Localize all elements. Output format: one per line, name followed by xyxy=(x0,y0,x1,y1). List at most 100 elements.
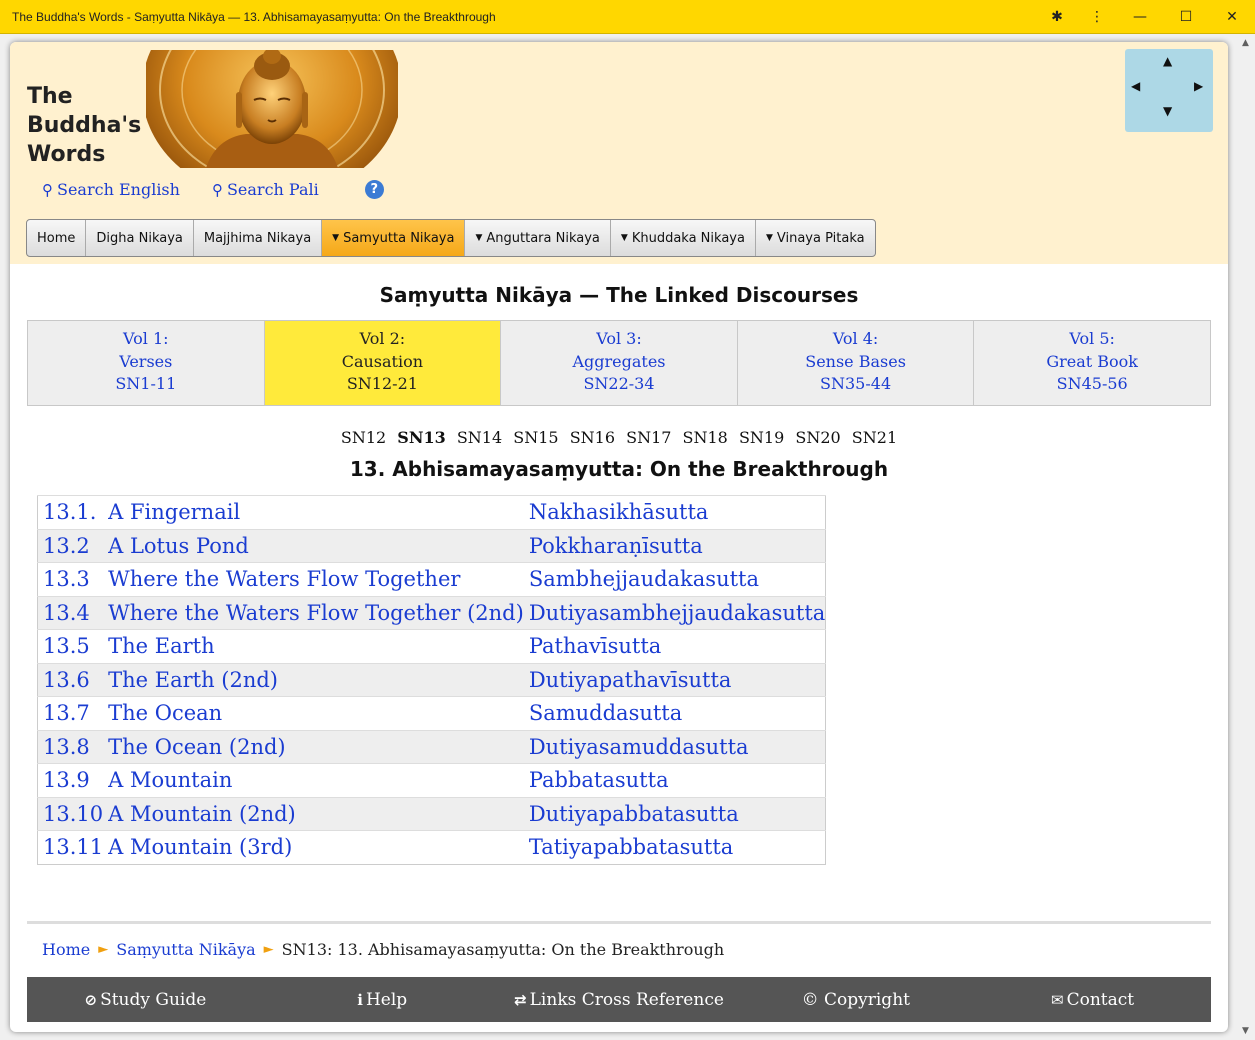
breadcrumb-section[interactable]: Saṃyutta Nikāya xyxy=(116,940,255,959)
maximize-button[interactable]: ☐ xyxy=(1163,0,1209,34)
sutta-number[interactable]: 13.1. xyxy=(37,495,104,529)
sutta-pali-link[interactable]: Samuddasutta xyxy=(523,696,826,730)
volume-title: Great Book xyxy=(1046,351,1138,371)
table-row: 13.6 The Earth (2nd) Dutiyapathavīsutta xyxy=(37,662,826,697)
sutta-number[interactable]: 13.6 xyxy=(37,662,104,697)
sutta-number[interactable]: 13.10 xyxy=(37,796,104,831)
sutta-number[interactable]: 13.8 xyxy=(37,729,104,764)
sutta-pali-link[interactable]: Pokkharaṇīsutta xyxy=(523,528,826,563)
window-titlebar: The Buddha's Words - Saṃyutta Nikāya — 1… xyxy=(0,0,1255,34)
footer-contact[interactable]: ✉ Contact xyxy=(974,990,1211,1010)
sutta-number[interactable]: 13.5 xyxy=(37,629,104,663)
minimize-button[interactable]: — xyxy=(1117,0,1163,34)
footer-study-guide[interactable]: ⊘ Study Guide xyxy=(27,990,264,1010)
sutta-english-link[interactable]: A Fingernail xyxy=(103,495,524,529)
volume-3[interactable]: Vol 3: Aggregates SN22-34 xyxy=(501,321,738,405)
volume-5[interactable]: Vol 5: Great Book SN45-56 xyxy=(974,321,1210,405)
sutta-english-link[interactable]: Where the Waters Flow Together xyxy=(103,562,524,596)
envelope-icon: ✉ xyxy=(1051,990,1064,1009)
table-row: 13.2 A Lotus Pond Pokkharaṇīsutta xyxy=(37,528,826,563)
sn-link[interactable]: SN15 xyxy=(513,428,558,447)
menu-digha[interactable]: Digha Nikaya xyxy=(86,220,194,256)
scroll-up-icon[interactable]: ▲ xyxy=(1242,38,1249,48)
search-english-link[interactable]: ⚲ Search English xyxy=(42,180,180,199)
sutta-pali-link[interactable]: Dutiyapathavīsutta xyxy=(523,662,826,697)
footer-links[interactable]: ⇄ Links Cross Reference xyxy=(501,990,738,1010)
sutta-pali-link[interactable]: Nakhasikhāsutta xyxy=(523,495,826,529)
sutta-pali-link[interactable]: Sambhejjaudakasutta xyxy=(523,562,826,596)
breadcrumb-home[interactable]: Home xyxy=(42,940,90,959)
menu-home[interactable]: Home xyxy=(27,220,87,256)
sutta-number[interactable]: 13.4 xyxy=(37,595,104,630)
sutta-number[interactable]: 13.9 xyxy=(37,763,104,797)
sutta-english-link[interactable]: The Earth xyxy=(103,629,524,663)
close-button[interactable]: ✕ xyxy=(1209,0,1255,34)
search-pali-link[interactable]: ⚲ Search Pali xyxy=(212,180,319,199)
breadcrumb: Home ► Saṃyutta Nikāya ► SN13: 13. Abhis… xyxy=(42,940,724,959)
search-icon: ⚲ xyxy=(42,180,53,199)
sn-link[interactable]: SN16 xyxy=(570,428,615,447)
sn-link[interactable]: SN12 xyxy=(341,428,386,447)
navigation-pad: ▲ ◀ ▶ ▼ xyxy=(1125,49,1213,132)
volume-1[interactable]: Vol 1: Verses SN1-11 xyxy=(28,321,265,405)
sutta-english-link[interactable]: A Lotus Pond xyxy=(103,528,524,563)
sn-link[interactable]: SN17 xyxy=(626,428,671,447)
nav-right-icon[interactable]: ▶ xyxy=(1194,79,1203,93)
sn-link[interactable]: SN21 xyxy=(852,428,897,447)
sutta-pali-link[interactable]: Pathavīsutta xyxy=(523,629,826,663)
nav-left-icon[interactable]: ◀ xyxy=(1131,79,1140,93)
menu-khuddaka[interactable]: ▼ Khuddaka Nikaya xyxy=(611,220,756,256)
sutta-english-link[interactable]: The Earth (2nd) xyxy=(103,662,524,697)
sutta-pali-link[interactable]: Dutiyasamuddasutta xyxy=(523,729,826,764)
sn-link-current[interactable]: SN13 xyxy=(397,428,445,447)
more-options-icon[interactable]: ⋮ xyxy=(1077,0,1117,34)
scroll-down-icon[interactable]: ▼ xyxy=(1242,1026,1249,1036)
sn-link[interactable]: SN14 xyxy=(457,428,502,447)
sutta-table: 13.1. A Fingernail Nakhasikhāsutta 13.2 … xyxy=(37,495,827,865)
vertical-scrollbar[interactable]: ▲ ▼ xyxy=(1238,34,1255,1040)
sutta-english-link[interactable]: The Ocean (2nd) xyxy=(103,729,524,764)
volume-range: SN1-11 xyxy=(115,374,177,393)
extensions-icon[interactable]: ✱ xyxy=(1037,0,1077,34)
caret-down-icon: ▼ xyxy=(765,233,773,243)
sutta-pali-link[interactable]: Dutiyasambhejjaudakasutta xyxy=(523,595,826,630)
sutta-number[interactable]: 13.11 xyxy=(37,830,104,864)
sutta-english-link[interactable]: A Mountain (2nd) xyxy=(103,796,524,831)
sutta-english-link[interactable]: A Mountain xyxy=(103,763,524,797)
sutta-english-link[interactable]: A Mountain (3rd) xyxy=(103,830,524,864)
menu-anguttara[interactable]: ▼ Anguttara Nikaya xyxy=(465,220,611,256)
sn-link[interactable]: SN20 xyxy=(795,428,840,447)
site-name[interactable]: The Buddha's Words xyxy=(27,82,157,169)
footer-help[interactable]: ℹ Help xyxy=(264,990,501,1010)
caret-down-icon: ▼ xyxy=(620,233,628,243)
menu-majjhima[interactable]: Majjhima Nikaya xyxy=(194,220,323,256)
sutta-number[interactable]: 13.2 xyxy=(37,528,104,563)
table-row: 13.7 The Ocean Samuddasutta xyxy=(37,696,826,730)
help-icon[interactable]: ? xyxy=(364,180,384,199)
nav-up-icon[interactable]: ▲ xyxy=(1163,54,1172,68)
breadcrumb-arrow-icon: ► xyxy=(98,942,109,957)
volume-title: Verses xyxy=(119,351,173,371)
table-row: 13.3 Where the Waters Flow Together Samb… xyxy=(37,562,826,596)
menu-vinaya[interactable]: ▼ Vinaya Pitaka xyxy=(756,220,875,256)
sutta-pali-link[interactable]: Dutiyapabbatasutta xyxy=(523,796,826,831)
sutta-english-link[interactable]: The Ocean xyxy=(103,696,524,730)
volume-title: Causation xyxy=(341,351,424,371)
sutta-number[interactable]: 13.3 xyxy=(37,562,104,596)
sutta-english-link[interactable]: Where the Waters Flow Together (2nd) xyxy=(103,595,524,630)
menu-samyutta[interactable]: ▼ Samyutta Nikaya xyxy=(322,220,466,256)
chapter-title: 13. Abhisamayasaṃyutta: On the Breakthro… xyxy=(349,457,889,481)
footer-copyright[interactable]: © Copyright xyxy=(737,990,974,1010)
sn-link[interactable]: SN19 xyxy=(739,428,784,447)
sn-link[interactable]: SN18 xyxy=(683,428,728,447)
sutta-pali-link[interactable]: Pabbatasutta xyxy=(523,763,826,797)
site-header: The Buddha's Words ⚲ Search English ⚲ Se… xyxy=(10,42,1228,264)
volume-4[interactable]: Vol 4: Sense Bases SN35-44 xyxy=(737,321,975,405)
menu-khuddaka-label: Khuddaka Nikaya xyxy=(631,230,745,246)
search-links: ⚲ Search English ⚲ Search Pali ? xyxy=(42,180,384,199)
nav-down-icon[interactable]: ▼ xyxy=(1163,104,1172,118)
sutta-pali-link[interactable]: Tatiyapabbatasutta xyxy=(523,830,826,864)
table-row: 13.11 A Mountain (3rd) Tatiyapabbatasutt… xyxy=(37,830,826,864)
sutta-number[interactable]: 13.7 xyxy=(37,696,104,730)
volume-2[interactable]: Vol 2: Causation SN12-21 xyxy=(264,321,502,405)
